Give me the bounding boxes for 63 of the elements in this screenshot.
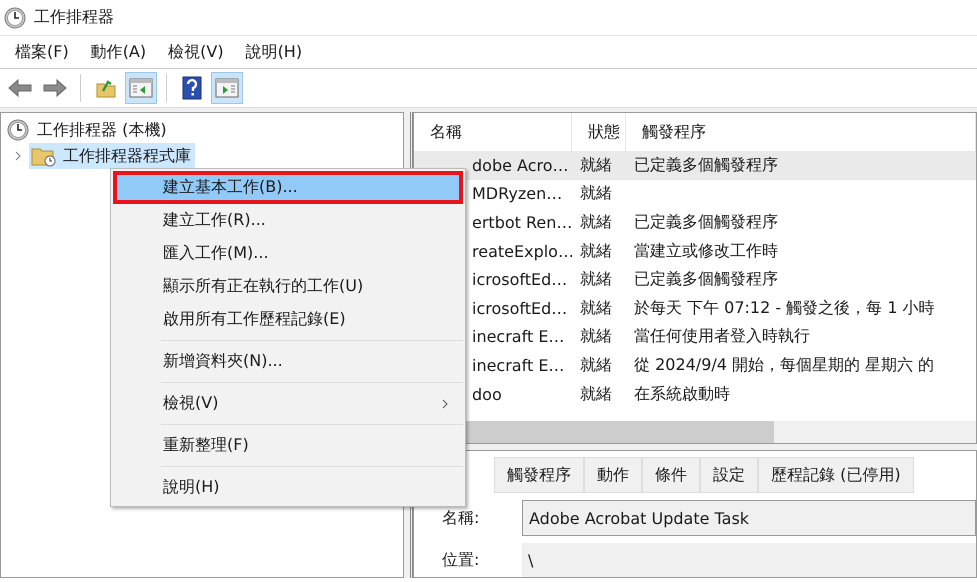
table-cell-text: 在系統啟動時 <box>633 384 731 405</box>
table-cell: ertbot Ren… <box>472 212 572 232</box>
toolbar-button[interactable] <box>211 72 243 104</box>
context-menu-item[interactable]: 新增資料夾(N)... <box>113 345 463 378</box>
tab[interactable]: 動作 <box>584 457 642 493</box>
table-cell-text: 已定義多個觸發程序 <box>633 212 779 233</box>
context-menu-item[interactable]: 建立基本工作(B)... <box>113 171 463 204</box>
task-row[interactable]: dobe Acro… 就緒 已定義多個觸發程序 <box>414 151 976 180</box>
table-cell-text: 就緒 <box>579 384 613 405</box>
forward-arrow-icon <box>42 78 68 98</box>
menu-item[interactable]: 檢視(V) <box>157 40 235 64</box>
table-cell: dobe Acro… <box>472 156 569 175</box>
name-field[interactable]: Adobe Acrobat Update Task <box>522 500 976 536</box>
context-menu-item[interactable]: 檢視(V) <box>113 387 463 420</box>
window-title: 工作排程器 <box>34 7 114 28</box>
table-cell-text: 於每天 下午 07:12 - 觸發之後，每 1 小時 <box>633 298 936 319</box>
table-cell-text: 當建立或修改工作時 <box>633 240 779 262</box>
table-cell-text: 就緒 <box>579 354 613 376</box>
tree-item[interactable]: 工作排程器程式庫 <box>29 143 195 169</box>
menu-item[interactable]: 說明(H) <box>234 40 314 64</box>
table-cell: reateExplo… <box>472 242 572 261</box>
table-cell: MDRyzen… <box>472 184 562 204</box>
table-cell-text: 就緒 <box>579 212 613 233</box>
toolbar-button[interactable] <box>125 72 157 104</box>
context-menu-item[interactable]: 匯入工作(M)... <box>113 237 463 270</box>
table-cell-text: 當任何使用者登入時執行 <box>633 326 811 348</box>
table-cell-text: 就緒 <box>579 183 613 204</box>
table-cell-text: 已定義多個觸發程序 <box>633 154 779 176</box>
table-cell: icrosoftEd… <box>472 298 568 318</box>
table-cell-text: 就緒 <box>579 269 613 290</box>
table-cell-text: 已定義多個觸發程序 <box>633 269 779 290</box>
tab[interactable]: 歷程記錄 (已停用) <box>758 457 914 493</box>
app-clock-icon <box>4 6 26 28</box>
tab[interactable]: 觸發程序 <box>494 457 584 493</box>
pane-right-icon <box>215 78 239 98</box>
back-arrow-icon <box>7 78 33 98</box>
location-value: \ <box>522 543 976 577</box>
table-cell: icrosoftEd… <box>472 270 568 290</box>
menu-item[interactable]: 動作(A) <box>80 40 158 64</box>
clock-icon <box>7 119 29 141</box>
chevron-right-icon <box>441 398 449 408</box>
table-cell: inecraft E… <box>472 356 564 375</box>
table-cell-text: 就緒 <box>579 298 613 319</box>
help-icon <box>182 76 202 100</box>
context-menu-item[interactable]: 建立工作(R)... <box>113 204 463 237</box>
pane-left-icon <box>129 78 153 98</box>
table-cell-text: 就緒 <box>579 326 613 348</box>
table-cell: doo <box>472 384 502 404</box>
tab[interactable]: 條件 <box>642 457 700 493</box>
context-menu-item[interactable]: 啟用所有工作歷程記錄(E) <box>113 303 463 336</box>
tree-item[interactable]: 工作排程器 (本機) <box>37 120 167 140</box>
table-cell: inecraft E… <box>472 327 564 346</box>
menu-item[interactable]: 檔案(F) <box>4 40 80 64</box>
table-cell-text: 就緒 <box>579 154 613 176</box>
table-cell-text: 就緒 <box>579 240 613 262</box>
field-label: 名稱: <box>441 508 480 528</box>
field-label: 位置: <box>441 550 480 570</box>
tab[interactable]: 設定 <box>700 457 758 493</box>
chevron-right-icon[interactable] <box>13 151 23 161</box>
context-menu-item[interactable]: 顯示所有正在執行的工作(U) <box>113 270 463 303</box>
context-menu-item[interactable]: 重新整理(F) <box>113 429 463 462</box>
table-cell-text: 從 2024/9/4 開始，每個星期的 星期六 的 <box>633 354 936 376</box>
context-menu-item[interactable]: 說明(H) <box>113 471 463 504</box>
